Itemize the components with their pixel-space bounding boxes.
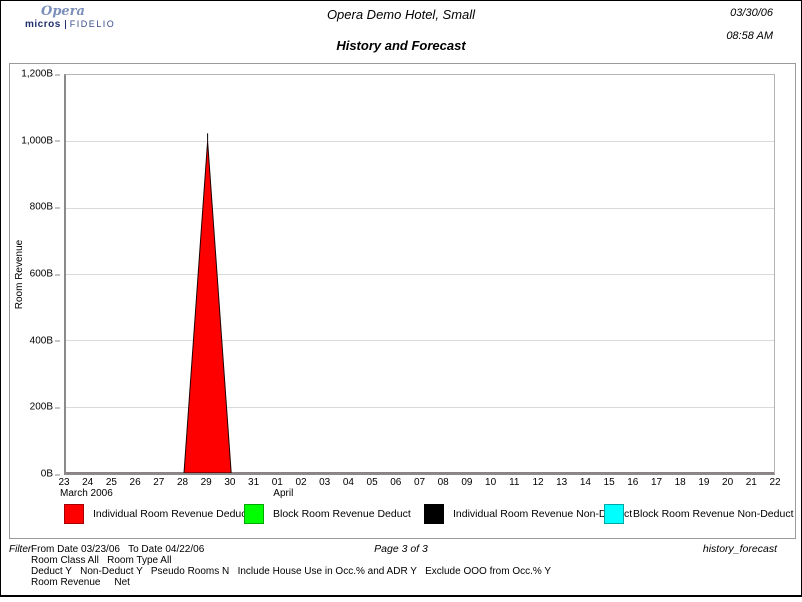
x-tick-label: 04 [343, 477, 354, 488]
x-tick-label: 03 [319, 477, 330, 488]
x-tick-label: 16 [627, 477, 638, 488]
filter-line: Deduct Y Non-Deduct Y Pseudo Rooms N Inc… [31, 566, 573, 577]
y-tick-label: 400B [30, 335, 53, 346]
y-tick-label: 1,200B [21, 69, 53, 80]
x-tick-label: 15 [604, 477, 615, 488]
x-tick-label: 31 [248, 477, 259, 488]
legend-item: Individual Room Revenue Deduct [64, 504, 244, 524]
legend-swatch-icon [244, 504, 264, 524]
filter-line: Room Class All Room Type All [31, 555, 573, 566]
x-tick-label: 13 [556, 477, 567, 488]
x-tick-label: 08 [438, 477, 449, 488]
legend-item: Block Room Revenue Deduct [244, 504, 424, 524]
y-tick-label: 800B [30, 202, 53, 213]
x-tick-label: 12 [532, 477, 543, 488]
legend-swatch-icon [424, 504, 444, 524]
filter-line: Room Revenue Net [31, 577, 573, 588]
x-tick-label: 11 [509, 477, 519, 488]
legend-label: Block Room Revenue Deduct [273, 508, 411, 520]
x-tick-label: 19 [698, 477, 709, 488]
chart-frame: Room Revenue 1,200B 1,000B 800B 600B 400… [9, 63, 796, 539]
x-tick-label: 01 [272, 477, 283, 488]
plot-area [64, 74, 775, 475]
report-date: 03/30/06 [730, 7, 773, 19]
x-tick-label: 26 [130, 477, 141, 488]
x-axis-month-labels: March 2006 April [64, 488, 775, 500]
x-tick-label: 20 [722, 477, 733, 488]
chart-legend: Individual Room Revenue Deduct Block Roo… [64, 504, 784, 524]
y-tick-label: 0B [41, 469, 53, 480]
x-tick-label: 06 [390, 477, 401, 488]
page-number: Page 3 of 3 [9, 544, 793, 555]
revenue-area-series [66, 75, 774, 473]
x-tick-label: 18 [675, 477, 686, 488]
hotel-title: Opera Demo Hotel, Small [1, 7, 801, 22]
x-tick-label: 05 [367, 477, 378, 488]
legend-label: Block Room Revenue Non-Deduct [633, 508, 794, 520]
y-tick-label: 600B [30, 269, 53, 280]
month-label: March 2006 [60, 488, 113, 499]
report-file-name: history_forecast [703, 544, 777, 555]
x-tick-label: 02 [295, 477, 306, 488]
x-tick-label: 14 [580, 477, 591, 488]
report-time: 08:58 AM [726, 30, 773, 42]
x-tick-label: 22 [769, 477, 780, 488]
report-title: History and Forecast [1, 38, 801, 53]
x-tick-label: 25 [106, 477, 117, 488]
y-tick-label: 200B [30, 402, 53, 413]
x-tick-label: 28 [177, 477, 188, 488]
legend-swatch-icon [64, 504, 84, 524]
x-tick-label: 23 [58, 477, 69, 488]
x-tick-label: 09 [461, 477, 472, 488]
x-tick-label: 17 [651, 477, 662, 488]
legend-swatch-icon [604, 504, 624, 524]
report-page: Opera micros FIDELIO Opera Demo Hotel, S… [0, 0, 802, 597]
x-tick-label: 29 [201, 477, 212, 488]
x-tick-label: 07 [414, 477, 425, 488]
x-tick-label: 21 [746, 477, 757, 488]
legend-label: Individual Room Revenue Deduct [93, 508, 249, 520]
legend-item: Individual Room Revenue Non-Deduct [424, 504, 604, 524]
x-tick-label: 10 [485, 477, 496, 488]
x-tick-label: 30 [224, 477, 235, 488]
x-tick-label: 24 [82, 477, 93, 488]
y-tick-label: 1,000B [21, 135, 53, 146]
x-tick-label: 27 [153, 477, 164, 488]
month-label: April [273, 488, 293, 499]
y-axis-labels: 1,200B 1,000B 800B 600B 400B 200B 0B [10, 74, 60, 474]
legend-item: Block Room Revenue Non-Deduct [604, 504, 784, 524]
